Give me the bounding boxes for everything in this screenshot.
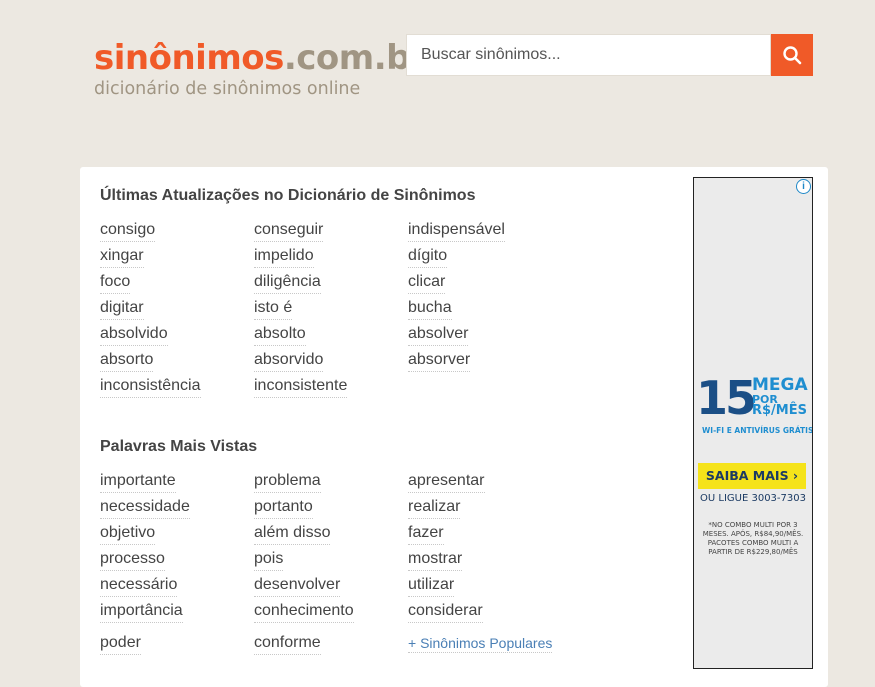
synonym-link[interactable]: além disso [254, 523, 331, 545]
logo-main-text: sinônimos [94, 38, 284, 78]
synonym-link[interactable]: conforme [254, 633, 321, 655]
synonym-link[interactable]: inconsistência [100, 376, 201, 398]
synonym-link[interactable]: fazer [408, 523, 444, 545]
synonym-link[interactable]: necessário [100, 575, 178, 597]
synonym-link[interactable]: foco [100, 272, 131, 294]
more-popular-link[interactable]: + Sinônimos Populares [408, 634, 553, 653]
synonym-link[interactable]: portanto [254, 497, 313, 519]
synonym-link[interactable]: absolvido [100, 324, 168, 346]
synonym-link[interactable]: poder [100, 633, 141, 655]
synonym-link[interactable]: consigo [100, 220, 156, 242]
synonym-link[interactable]: absorvido [254, 350, 324, 372]
synonym-link[interactable]: mostrar [408, 549, 463, 571]
synonym-link[interactable]: importante [100, 471, 176, 493]
synonym-link[interactable]: bucha [408, 298, 452, 320]
synonym-link[interactable]: xingar [100, 246, 144, 268]
ad-fine-print: *NO COMBO MULTI POR 3 MESES. APÓS, R$84,… [702, 521, 804, 556]
site-logo[interactable]: sinônimos.com.br dicionário de sinônimos… [94, 38, 427, 100]
ad-wifi-label: WI-FI E ANTIVÍRUS GRÁTIS [702, 426, 813, 435]
synonym-link[interactable]: indispensável [408, 220, 505, 242]
synonym-link[interactable]: considerar [408, 601, 483, 623]
synonym-link[interactable]: necessidade [100, 497, 190, 519]
synonym-link[interactable]: conseguir [254, 220, 324, 242]
updates-title: Últimas Atualizações no Dicionário de Si… [100, 187, 476, 204]
synonym-link[interactable]: apresentar [408, 471, 485, 493]
popular-title: Palavras Mais Vistas [100, 438, 258, 455]
search-button[interactable] [771, 34, 813, 76]
synonym-link[interactable]: problema [254, 471, 321, 493]
synonym-link[interactable]: absorto [100, 350, 154, 372]
synonym-link[interactable]: digitar [100, 298, 144, 320]
advertisement-banner[interactable]: i 15 MEGA POR R$/MÊS WI-FI E ANTIVÍRUS G… [693, 177, 813, 669]
synonym-link[interactable]: processo [100, 549, 165, 571]
ad-phone: OU LIGUE 3003-7303 [700, 493, 806, 504]
search-input[interactable] [406, 34, 771, 76]
synonym-link[interactable]: absorver [408, 350, 471, 372]
ad-price-label: R$/MÊS [752, 403, 807, 418]
ad-mega-label: MEGA [752, 375, 808, 395]
logo-wordmark: sinônimos.com.br [94, 38, 427, 78]
synonym-link[interactable]: realizar [408, 497, 461, 519]
synonym-link[interactable]: importância [100, 601, 183, 623]
synonym-link[interactable]: diligência [254, 272, 321, 294]
synonym-link[interactable]: clicar [408, 272, 446, 294]
synonym-link[interactable]: absolto [254, 324, 306, 346]
logo-domain-text: .com.br [283, 38, 427, 78]
ad-cta-button[interactable]: SAIBA MAIS › [698, 463, 806, 489]
synonym-link[interactable]: dígito [408, 246, 448, 268]
synonym-link[interactable]: desenvolver [254, 575, 341, 597]
ad-speed-number: 15 [696, 371, 757, 425]
synonym-link[interactable]: impelido [254, 246, 314, 268]
synonym-link[interactable]: objetivo [100, 523, 156, 545]
synonym-link[interactable]: isto é [254, 298, 293, 320]
info-icon[interactable]: i [796, 179, 811, 194]
synonym-link[interactable]: inconsistente [254, 376, 348, 398]
synonym-link[interactable]: conhecimento [254, 601, 354, 623]
logo-tagline: dicionário de sinônimos online [94, 79, 361, 99]
synonym-link[interactable]: pois [254, 549, 284, 571]
search-icon [783, 46, 802, 65]
search-bar [406, 34, 813, 76]
synonym-link[interactable]: utilizar [408, 575, 455, 597]
synonym-link[interactable]: absolver [408, 324, 469, 346]
